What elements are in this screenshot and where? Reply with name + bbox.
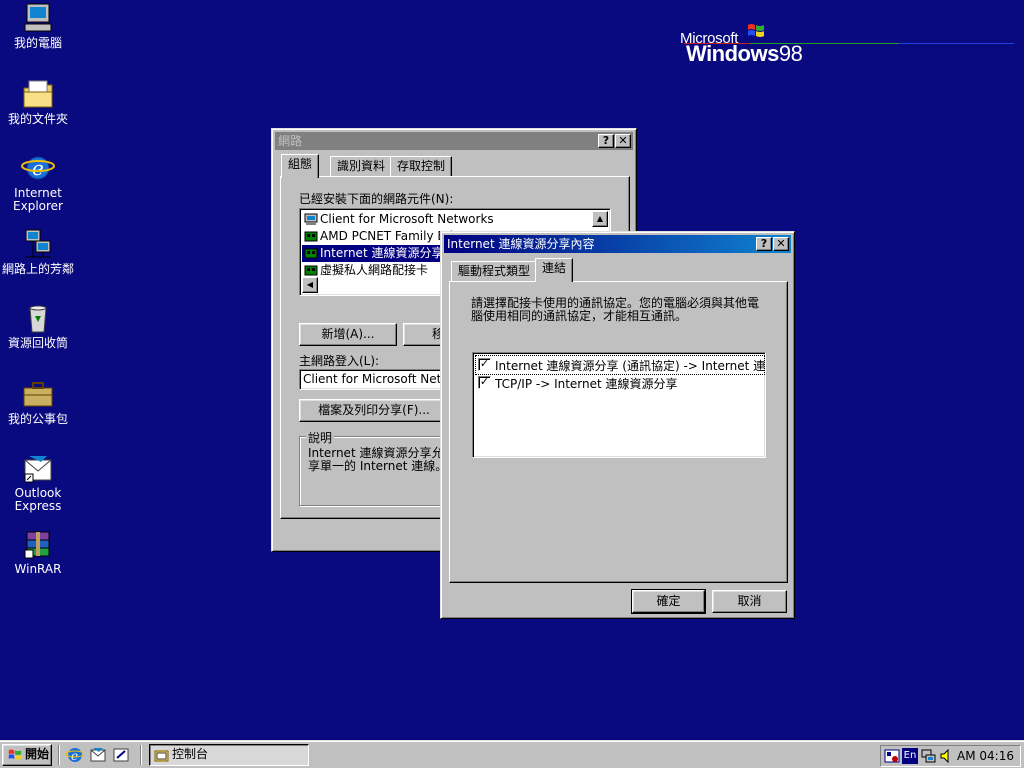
winrar-icon xyxy=(21,528,55,560)
desktop-icon-label: WinRAR xyxy=(14,562,62,576)
list-item[interactable]: 虛擬私人網路配接卡 xyxy=(302,262,432,279)
ics-properties-dialog[interactable]: Internet 連線資源分享內容 ? ✕ 驅動程式類型 連結 請選擇配接卡使用… xyxy=(440,231,795,619)
desktop-icon-winrar[interactable]: WinRAR xyxy=(0,528,76,576)
tray-language-indicator[interactable]: En xyxy=(902,748,918,764)
outlook-express-icon xyxy=(21,452,55,484)
my-computer-icon xyxy=(21,2,55,34)
client-icon xyxy=(304,213,318,225)
adapter-icon xyxy=(304,248,318,259)
window-title: Internet 連線資源分享內容 xyxy=(447,237,595,251)
system-tray: En AM 04:16 xyxy=(880,745,1021,767)
adapter-icon xyxy=(304,265,318,276)
binding-checkbox[interactable]: ✓ xyxy=(478,376,491,389)
scroll-left-button[interactable]: ◀ xyxy=(302,277,318,293)
installed-components-label: 已經安裝下面的網路元件(N): xyxy=(299,192,454,206)
desktop-icon-label: 資源回收筒 xyxy=(7,336,68,350)
primary-logon-label: 主網路登入(L): xyxy=(299,354,380,368)
desktop-icon-label: 我的電腦 xyxy=(13,36,62,50)
taskbar-divider xyxy=(140,745,142,765)
desktop-icon-label: 我的文件夾 xyxy=(7,112,68,126)
file-print-sharing-button[interactable]: 檔案及列印分享(F)... xyxy=(299,399,449,422)
tab-identification[interactable]: 識別資料 xyxy=(330,156,393,177)
logo-windows-text: Windows98 xyxy=(686,41,803,66)
desktop-icon-outlook-express[interactable]: Outlook Express xyxy=(0,452,76,513)
desktop-icon-my-computer[interactable]: 我的電腦 xyxy=(0,2,76,50)
bindings-list[interactable]: ✓ Internet 連線資源分享 (通訊協定) -> Internet 連線資… xyxy=(472,352,766,458)
desktop-icon-label: 我的公事包 xyxy=(7,412,68,426)
ok-button[interactable]: 確定 xyxy=(631,589,706,614)
scroll-up-button[interactable]: ▲ xyxy=(592,211,608,227)
quicklaunch-desktop-icon[interactable] xyxy=(112,746,130,764)
tray-ime-icon[interactable] xyxy=(884,748,900,764)
start-button[interactable]: 開始 xyxy=(2,744,52,766)
description-label: 說明 xyxy=(306,429,335,446)
binding-checkbox[interactable]: ✓ xyxy=(478,358,491,371)
tab-bindings[interactable]: 連結 xyxy=(535,258,574,282)
binding-item[interactable]: ✓ Internet 連線資源分享 (通訊協定) -> Internet 連線資… xyxy=(475,355,766,375)
desktop-icon-network-neighborhood[interactable]: 網路上的芳鄰 xyxy=(0,228,76,276)
logo-line xyxy=(684,43,1014,44)
ics-dialog-titlebar[interactable]: Internet 連線資源分享內容 ? ✕ xyxy=(444,235,791,253)
tray-network-icon[interactable] xyxy=(920,748,936,764)
quicklaunch-ie-icon[interactable]: e xyxy=(65,746,85,764)
my-documents-icon xyxy=(21,78,55,110)
primary-logon-select[interactable]: Client for Microsoft Network xyxy=(299,369,459,390)
quicklaunch-outlook-icon[interactable] xyxy=(89,746,107,764)
windows-flag-icon xyxy=(748,24,764,37)
tab-configuration[interactable]: 組態 xyxy=(281,154,320,178)
network-neighborhood-icon xyxy=(21,228,55,260)
desktop-icon-label: Outlook Express xyxy=(14,486,62,513)
binding-item[interactable]: ✓ TCP/IP -> Internet 連線資源分享 xyxy=(476,374,764,392)
windows-flag-icon xyxy=(8,749,22,760)
desktop-icon-briefcase[interactable]: 我的公事包 xyxy=(0,378,76,426)
desktop-icon-label: 網路上的芳鄰 xyxy=(1,262,74,276)
cancel-button[interactable]: 取消 xyxy=(712,590,787,613)
svg-text:e: e xyxy=(32,156,44,180)
taskbar: 開始 e 控制台 En AM 04:16 xyxy=(0,740,1024,768)
tab-driver-type[interactable]: 驅動程式類型 xyxy=(451,261,538,282)
recycle-bin-icon xyxy=(21,302,55,334)
bindings-tabpanel: 請選擇配接卡使用的通訊協定。您的電腦必須與其他電 腦使用相同的通訊協定，才能相互… xyxy=(449,281,788,583)
adapter-icon xyxy=(304,231,318,242)
window-title: 網路 xyxy=(278,134,303,148)
help-button[interactable]: ? xyxy=(756,237,772,251)
tab-access-control[interactable]: 存取控制 xyxy=(390,156,453,177)
taskbar-divider xyxy=(58,745,60,765)
taskbar-button-control-panel[interactable]: 控制台 xyxy=(149,744,309,766)
tray-clock[interactable]: AM 04:16 xyxy=(957,748,1014,764)
bindings-instruction: 請選擇配接卡使用的通訊協定。您的電腦必須與其他電 腦使用相同的通訊協定，才能相互… xyxy=(471,296,760,323)
desktop-icon-label: Internet Explorer xyxy=(13,186,63,213)
binding-label: Internet 連線資源分享 (通訊協定) -> Internet 連線資源 xyxy=(495,359,766,373)
list-item[interactable]: Client for Microsoft Networks xyxy=(302,211,498,228)
desktop-icon-internet-explorer[interactable]: e Internet Explorer xyxy=(0,152,76,213)
briefcase-icon xyxy=(21,378,55,410)
add-component-button[interactable]: 新增(A)... xyxy=(299,323,397,346)
network-window-titlebar[interactable]: 網路 ? ✕ xyxy=(275,132,633,150)
help-button[interactable]: ? xyxy=(598,134,614,148)
desktop-icon-my-documents[interactable]: 我的文件夾 xyxy=(0,78,76,126)
tray-volume-icon[interactable] xyxy=(938,748,954,764)
description-text: Internet 連線資源分享允許 享單一的 Internet 連線。 xyxy=(308,446,456,473)
close-button[interactable]: ✕ xyxy=(615,134,631,148)
list-item-selected[interactable]: Internet 連線資源分享 xyxy=(302,245,448,262)
close-button[interactable]: ✕ xyxy=(773,237,789,251)
control-panel-icon xyxy=(154,750,169,762)
desktop-icon-recycle-bin[interactable]: 資源回收筒 xyxy=(0,302,76,350)
internet-explorer-icon: e xyxy=(21,152,55,184)
binding-label: TCP/IP -> Internet 連線資源分享 xyxy=(495,377,678,391)
